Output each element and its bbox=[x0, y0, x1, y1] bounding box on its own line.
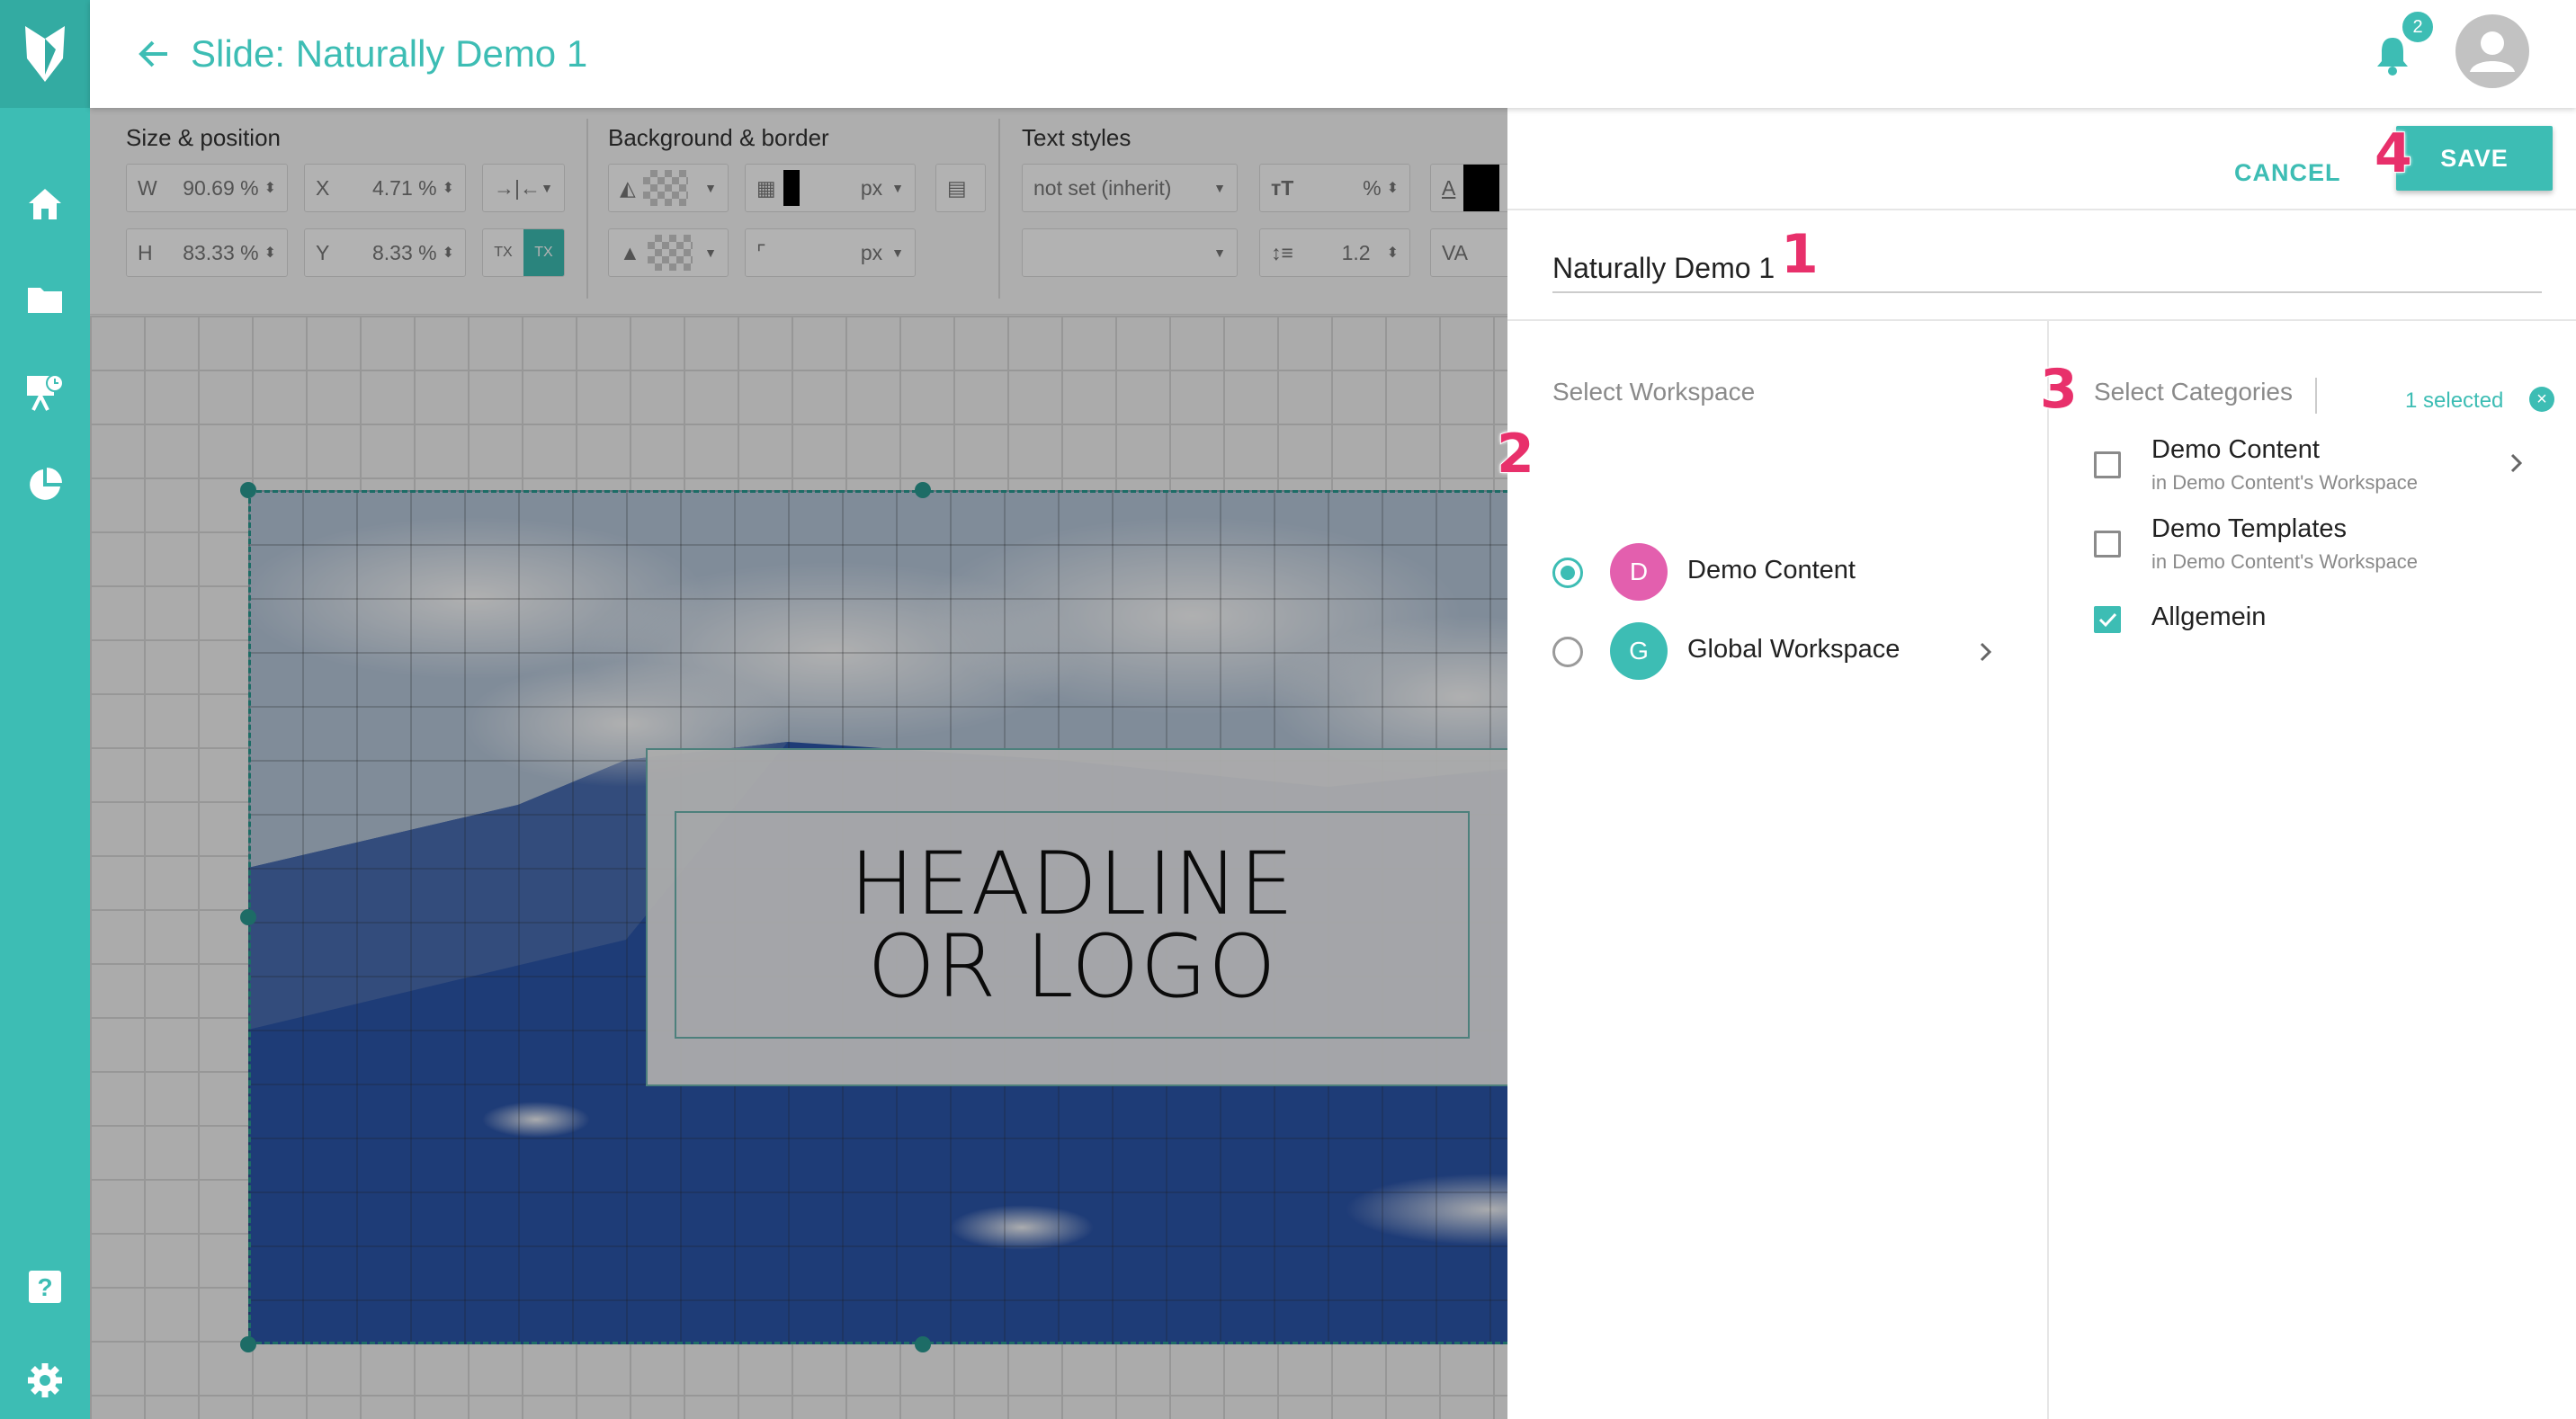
page-title: Slide: Naturally Demo 1 bbox=[191, 32, 588, 75]
app-logo[interactable] bbox=[0, 0, 90, 108]
checkmark-icon bbox=[2098, 612, 2117, 628]
user-avatar[interactable] bbox=[2455, 14, 2529, 88]
callout-number: 1 bbox=[1780, 222, 1820, 287]
slide-name-input[interactable]: Naturally Demo 1 bbox=[1552, 243, 2542, 293]
category-item-demo-templates[interactable]: Demo Templates in Demo Content's Workspa… bbox=[2094, 514, 2562, 586]
category-item-demo-content[interactable]: Demo Content in Demo Content's Workspace bbox=[2094, 435, 2562, 507]
back-arrow-icon[interactable] bbox=[128, 27, 182, 81]
column-divider bbox=[2047, 319, 2049, 1419]
folder-icon[interactable] bbox=[0, 259, 90, 340]
select-workspace-title: Select Workspace bbox=[1552, 378, 1756, 406]
workspace-avatar: D bbox=[1610, 543, 1668, 601]
workspace-avatar: G bbox=[1610, 622, 1668, 680]
sidebar: ? bbox=[0, 0, 90, 1419]
category-label: Demo Content bbox=[2151, 435, 2320, 464]
callout-number: 4 bbox=[2374, 121, 2413, 186]
checkbox-unchecked[interactable] bbox=[2094, 451, 2121, 478]
checkbox-unchecked[interactable] bbox=[2094, 531, 2121, 558]
select-categories-title: Select Categories bbox=[2094, 378, 2294, 406]
callout-number: 3 bbox=[2039, 357, 2079, 422]
pie-chart-icon[interactable] bbox=[0, 444, 90, 525]
category-workspace: in Demo Content's Workspace bbox=[2151, 471, 2419, 494]
top-bar: Slide: Naturally Demo 1 2 bbox=[90, 0, 2576, 108]
save-button[interactable]: SAVE bbox=[2396, 126, 2553, 191]
category-label: Allgemein bbox=[2151, 602, 2267, 631]
help-icon[interactable]: ? bbox=[0, 1246, 90, 1327]
chevron-right-icon[interactable] bbox=[2502, 450, 2529, 477]
workspace-label: Global Workspace bbox=[1687, 635, 1901, 664]
panel-divider bbox=[1507, 209, 2576, 210]
categories-separator bbox=[2315, 378, 2317, 414]
workspace-label: Demo Content bbox=[1687, 556, 1856, 585]
settings-gear-icon[interactable] bbox=[0, 1340, 90, 1419]
panel-divider bbox=[1507, 319, 2576, 321]
save-slide-panel: CANCEL SAVE Naturally Demo 1 Select Work… bbox=[1507, 108, 2576, 1419]
clear-selection-icon[interactable]: × bbox=[2529, 387, 2554, 412]
presentation-icon[interactable] bbox=[0, 353, 90, 433]
category-workspace: in Demo Content's Workspace bbox=[2151, 550, 2419, 573]
checkbox-checked[interactable] bbox=[2094, 606, 2121, 633]
chevron-right-icon[interactable] bbox=[1972, 638, 1999, 665]
category-item-allgemein[interactable]: Allgemein bbox=[2094, 602, 2562, 647]
workspace-item-demo-content[interactable]: D Demo Content bbox=[1552, 541, 2020, 604]
svg-text:?: ? bbox=[37, 1273, 52, 1301]
callout-number: 2 bbox=[1496, 422, 1535, 486]
selected-count: 1 selected bbox=[2405, 388, 2504, 413]
notification-badge: 2 bbox=[2400, 9, 2436, 45]
radio-selected[interactable] bbox=[1552, 558, 1583, 588]
modal-backdrop[interactable] bbox=[90, 108, 1507, 1419]
home-icon[interactable] bbox=[0, 164, 90, 245]
category-label: Demo Templates bbox=[2151, 514, 2348, 543]
workspace-item-global-workspace[interactable]: G Global Workspace bbox=[1552, 620, 2020, 683]
radio-unselected[interactable] bbox=[1552, 637, 1583, 667]
cancel-button[interactable]: CANCEL bbox=[2234, 147, 2341, 198]
